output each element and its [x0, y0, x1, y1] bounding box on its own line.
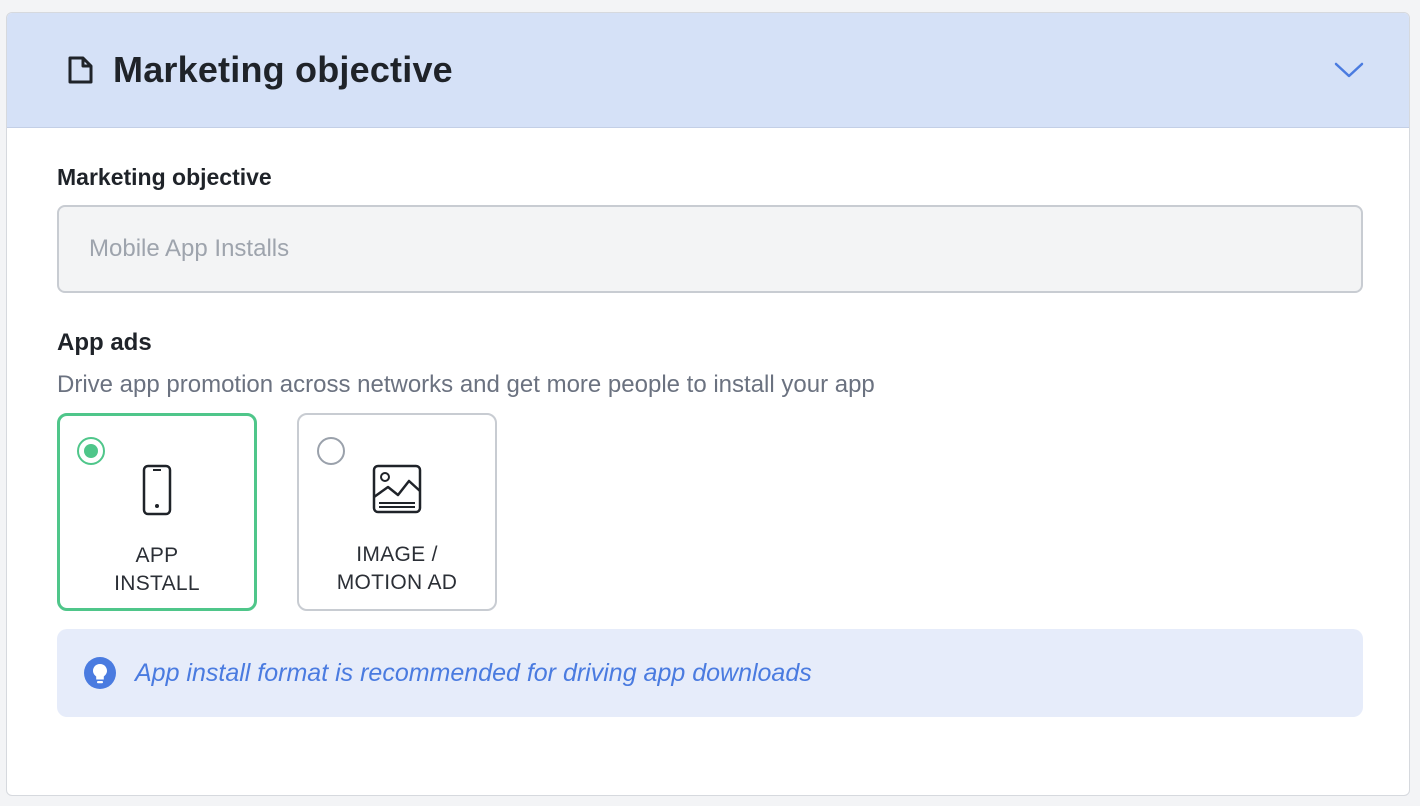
objective-field-label: Marketing objective [57, 164, 272, 190]
option-label: APP INSTALL [114, 544, 200, 595]
panel-body: Marketing objective App ads Drive app pr… [7, 128, 1409, 717]
option-label: IMAGE / MOTION AD [336, 543, 458, 594]
recommendation-notice: App install format is recommended for dr… [57, 629, 1363, 717]
option-image-motion-ad[interactable]: IMAGE / MOTION AD [297, 413, 497, 611]
app-ads-title: App ads [57, 329, 152, 356]
chevron-down-icon[interactable] [1333, 54, 1365, 86]
radio-button-unselected[interactable] [317, 437, 345, 465]
panel-title: Marketing objective [113, 49, 453, 90]
radio-button-selected[interactable] [77, 437, 105, 465]
smartphone-icon [131, 462, 183, 518]
app-ads-description: Drive app promotion across networks and … [57, 371, 875, 398]
image-icon [371, 461, 423, 517]
ad-format-options: APP INSTALL IMAGE / MOTION AD [57, 413, 1361, 611]
option-app-install[interactable]: APP INSTALL [57, 413, 257, 611]
objective-input[interactable] [57, 205, 1363, 293]
document-icon [65, 54, 97, 86]
marketing-objective-panel: Marketing objective Marketing objective … [6, 12, 1410, 796]
panel-header[interactable]: Marketing objective [7, 13, 1409, 128]
lightbulb-icon [83, 656, 117, 690]
recommendation-text: App install format is recommended for dr… [135, 658, 812, 687]
